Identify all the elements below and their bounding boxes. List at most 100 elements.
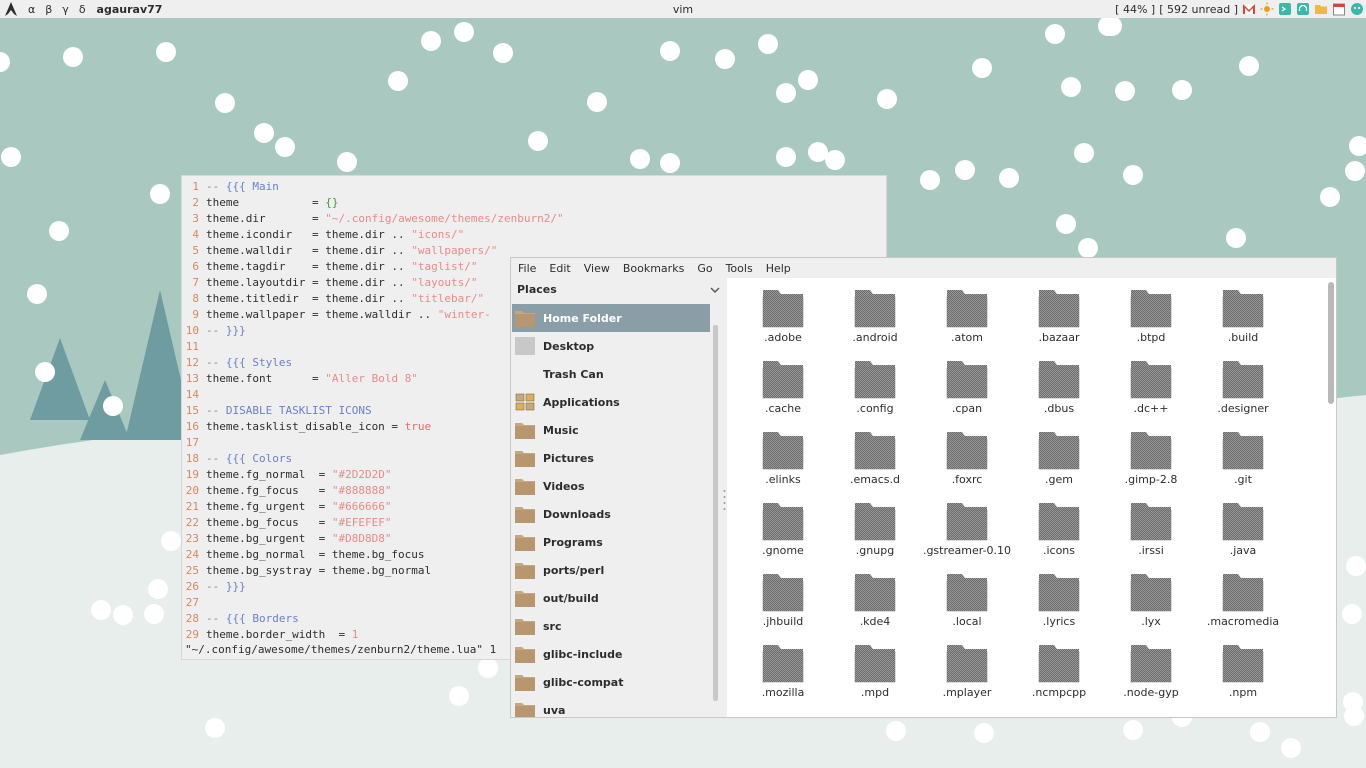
menu-view[interactable]: View xyxy=(584,262,617,275)
folder-item[interactable]: .ncmpcpp xyxy=(1013,643,1105,714)
folder-item[interactable]: .java xyxy=(1197,501,1289,572)
calendar-icon[interactable] xyxy=(1332,2,1346,16)
place-applications[interactable]: Applications xyxy=(512,388,710,416)
menu-help[interactable]: Help xyxy=(766,262,798,275)
folder-name: .atom xyxy=(951,331,983,344)
place-pictures[interactable]: Pictures xyxy=(512,444,710,472)
folder-item[interactable]: .cache xyxy=(737,359,829,430)
folder-name: .designer xyxy=(1217,402,1269,415)
code-line[interactable]: 3 theme.dir = "~/.config/awesome/themes/z… xyxy=(182,211,886,227)
folder-item[interactable]: .gstreamer-0.10 xyxy=(921,501,1013,572)
folder-item[interactable]: .mpd xyxy=(829,643,921,714)
code-line[interactable]: 1 -- {{{ Main xyxy=(182,179,886,195)
folder-item[interactable]: .node-gyp xyxy=(1105,643,1197,714)
terminal-icon[interactable] xyxy=(1278,2,1292,16)
code-token: theme.fg_focus = xyxy=(206,484,332,497)
place-trash-can[interactable]: Trash Can xyxy=(512,360,710,388)
place-glibc-include[interactable]: glibc-include xyxy=(512,640,710,668)
gmail-icon[interactable] xyxy=(1242,2,1256,16)
tag-1[interactable]: α xyxy=(23,3,40,16)
folder-item[interactable]: .local xyxy=(921,572,1013,643)
folder-item[interactable]: .config xyxy=(829,359,921,430)
headphones-icon[interactable] xyxy=(1296,2,1310,16)
place-music[interactable]: Music xyxy=(512,416,710,444)
menu-edit[interactable]: Edit xyxy=(549,262,577,275)
folder-name: .bazaar xyxy=(1038,331,1080,344)
place-programs[interactable]: Programs xyxy=(512,528,710,556)
place-uva[interactable]: uva xyxy=(512,696,710,717)
folder-item[interactable]: .gnupg xyxy=(829,501,921,572)
folder-item[interactable]: .build xyxy=(1197,288,1289,359)
menu-bookmarks[interactable]: Bookmarks xyxy=(623,262,691,275)
place-downloads[interactable]: Downloads xyxy=(512,500,710,528)
folder-name: .macromedia xyxy=(1206,615,1280,628)
folder-item[interactable]: .designer xyxy=(1197,359,1289,430)
menu-go[interactable]: Go xyxy=(697,262,719,275)
folder-item[interactable]: .android xyxy=(829,288,921,359)
folder-item[interactable]: .git xyxy=(1197,430,1289,501)
folder-item[interactable]: .icons xyxy=(1013,501,1105,572)
folder-item[interactable]: .npm xyxy=(1197,643,1289,714)
folder-item[interactable]: .gimp-2.8 xyxy=(1105,430,1197,501)
file-view[interactable]: .adobe .android .atom .bazaar .btpd .build .ca… xyxy=(727,278,1336,717)
folder-icon xyxy=(1130,432,1172,470)
folder-item[interactable]: .gnome xyxy=(737,501,829,572)
tag-4[interactable]: δ xyxy=(74,3,91,16)
line-number: 13 xyxy=(185,372,199,385)
code-line[interactable]: 2 theme = {} xyxy=(182,195,886,211)
folder-item[interactable]: .cpan xyxy=(921,359,1013,430)
file-view-scrollbar[interactable] xyxy=(1328,282,1334,404)
folder-icon xyxy=(854,290,896,328)
folder-item[interactable]: .mplayer xyxy=(921,643,1013,714)
places-dropdown[interactable]: Places xyxy=(511,278,726,301)
place-src[interactable]: src xyxy=(512,612,710,640)
folder-item[interactable]: .kde4 xyxy=(829,572,921,643)
tag-3[interactable]: γ xyxy=(57,3,74,16)
code-token: -- {{{ Styles xyxy=(206,356,293,369)
folder-item[interactable]: .irssi xyxy=(1105,501,1197,572)
folder-item[interactable]: .adobe xyxy=(737,288,829,359)
folder-item[interactable]: .foxrc xyxy=(921,430,1013,501)
place-home-folder[interactable]: Home Folder xyxy=(512,304,710,332)
menu-file[interactable]: File xyxy=(518,262,543,275)
folder-name: .ncmpcpp xyxy=(1031,686,1087,699)
folder-item[interactable]: .dc++ xyxy=(1105,359,1197,430)
folder-icon xyxy=(1130,574,1172,612)
snowflake xyxy=(156,42,176,62)
username-label: agaurav77 xyxy=(96,2,163,16)
folder-item[interactable]: .macromedia xyxy=(1197,572,1289,643)
vim-command-line[interactable]: "~/.config/awesome/themes/zenburn2/theme… xyxy=(185,642,496,658)
place-ports-perl[interactable]: ports/perl xyxy=(512,556,710,584)
folder-item[interactable]: .bazaar xyxy=(1013,288,1105,359)
place-desktop[interactable]: Desktop xyxy=(512,332,710,360)
line-number: 3 xyxy=(192,212,199,225)
pane-resize-handle[interactable] xyxy=(723,488,726,512)
folder-item[interactable]: .elinks xyxy=(737,430,829,501)
folder-icon xyxy=(946,290,988,328)
folder-item[interactable]: .gem xyxy=(1013,430,1105,501)
place-glibc-compat[interactable]: glibc-compat xyxy=(512,668,710,696)
folder-item[interactable]: .btpd xyxy=(1105,288,1197,359)
brightness-icon[interactable] xyxy=(1260,2,1274,16)
folder-icon xyxy=(1130,361,1172,399)
place-videos[interactable]: Videos xyxy=(512,472,710,500)
app-icon[interactable] xyxy=(1350,2,1364,16)
tag-2[interactable]: β xyxy=(40,3,57,16)
file-manager-window[interactable]: File Edit View Bookmarks Go Tools Help P… xyxy=(510,257,1337,718)
folder-icon xyxy=(1222,503,1264,541)
folder-item[interactable]: .mozilla xyxy=(737,643,829,714)
place-out-build[interactable]: out/build xyxy=(512,584,710,612)
folder-item[interactable]: .jhbuild xyxy=(737,572,829,643)
folder-item[interactable]: .dbus xyxy=(1013,359,1105,430)
folder-item[interactable]: .atom xyxy=(921,288,1013,359)
menu-tools[interactable]: Tools xyxy=(726,262,760,275)
code-token: "titlebar/" xyxy=(411,292,485,305)
sidebar-scrollbar[interactable] xyxy=(713,325,718,701)
folder-icon[interactable] xyxy=(1314,2,1328,16)
folder-item[interactable]: .lyx xyxy=(1105,572,1197,643)
folder-item[interactable]: .emacs.d xyxy=(829,430,921,501)
arch-logo-icon[interactable] xyxy=(3,1,19,17)
snowflake xyxy=(1,147,21,167)
folder-item[interactable]: .lyrics xyxy=(1013,572,1105,643)
code-line[interactable]: 4 theme.icondir = theme.dir .. "icons/" xyxy=(182,227,886,243)
